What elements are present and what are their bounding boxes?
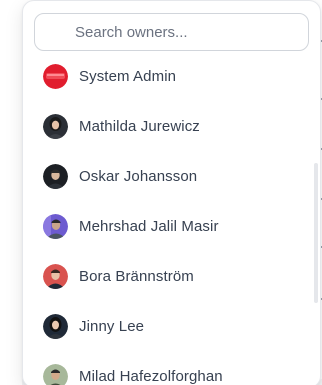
owner-item-milad-hafezolforghan[interactable]: Milad Hafezolforghan	[23, 351, 313, 385]
owner-item-system-admin[interactable]: System Admin	[23, 51, 313, 101]
owner-item-mehrshad-jalil-masir[interactable]: Mehrshad Jalil Masir	[23, 201, 313, 251]
user-photo-icon	[43, 214, 68, 239]
owner-list[interactable]: System Admin Mathilda Jurewicz Oskar Joh…	[23, 51, 320, 385]
user-photo-icon	[43, 164, 68, 189]
search-input[interactable]	[35, 14, 308, 50]
owner-name: Jinny Lee	[79, 317, 145, 335]
search-field[interactable]	[34, 13, 309, 51]
owner-item-jinny-lee[interactable]: Jinny Lee	[23, 301, 313, 351]
owner-item-oskar-johansson[interactable]: Oskar Johansson	[23, 151, 313, 201]
page: System Admin Mathilda Jurewicz	[0, 0, 322, 385]
owner-name: Bora Brännström	[79, 267, 194, 285]
background-page-left	[0, 0, 22, 385]
owner-name: System Admin	[79, 67, 177, 85]
system-logo-icon	[43, 64, 68, 89]
owner-item-mathilda-jurewicz[interactable]: Mathilda Jurewicz	[23, 101, 313, 151]
owner-name: Oskar Johansson	[79, 167, 198, 185]
owner-name: Mehrshad Jalil Masir	[79, 217, 219, 235]
user-photo-icon	[43, 264, 68, 289]
owner-name: Milad Hafezolforghan	[79, 367, 223, 385]
user-photo-icon	[43, 314, 68, 339]
owner-select-dropdown: System Admin Mathilda Jurewicz	[22, 0, 321, 385]
user-photo-icon	[43, 364, 68, 385]
scrollbar[interactable]	[314, 163, 318, 303]
user-photo-icon	[43, 114, 68, 139]
owner-item-bora-brannstrom[interactable]: Bora Brännström	[23, 251, 313, 301]
owner-name: Mathilda Jurewicz	[79, 117, 200, 135]
